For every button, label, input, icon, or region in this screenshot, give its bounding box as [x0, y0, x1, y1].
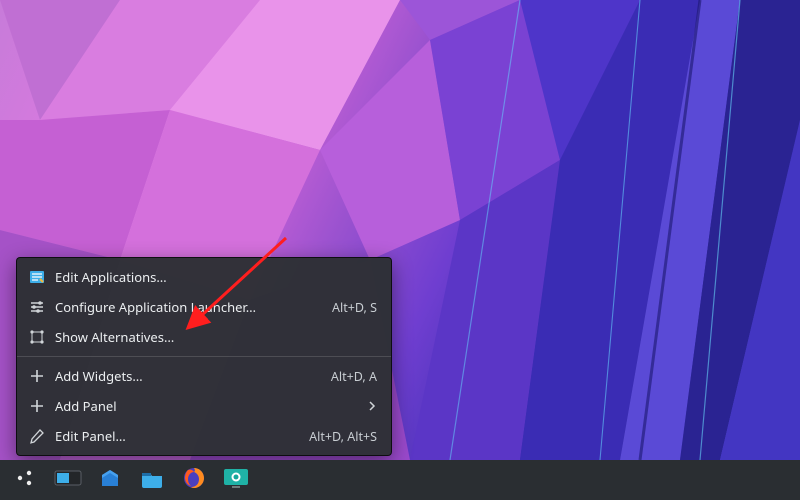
menu-item-shortcut: Alt+D, S	[332, 299, 377, 316]
menu-item-shortcut: Alt+D, A	[331, 368, 377, 385]
menu-item-configure-launcher[interactable]: Configure Application Launcher… Alt+D, S	[17, 292, 391, 322]
taskbar-spectacle[interactable]	[216, 463, 256, 497]
menu-item-show-alternatives[interactable]: Show Alternatives…	[17, 322, 391, 352]
kde-launcher-icon	[14, 467, 36, 493]
menu-item-label: Show Alternatives…	[55, 328, 377, 346]
menu-item-add-widgets[interactable]: Add Widgets… Alt+D, A	[17, 361, 391, 391]
spectacle-icon	[223, 467, 249, 493]
app-launcher-button[interactable]	[4, 463, 46, 497]
menu-item-label: Add Panel	[55, 397, 357, 415]
menu-item-edit-panel[interactable]: Edit Panel… Alt+D, Alt+S	[17, 421, 391, 451]
taskbar-dolphin[interactable]	[132, 463, 172, 497]
pencil-icon	[29, 428, 45, 444]
menu-item-edit-applications[interactable]: Edit Applications…	[17, 262, 391, 292]
taskbar-panel	[0, 460, 800, 500]
taskbar-firefox[interactable]	[174, 463, 214, 497]
menu-item-add-panel[interactable]: Add Panel	[17, 391, 391, 421]
configure-icon	[29, 299, 45, 315]
discover-icon	[98, 466, 122, 494]
menu-item-label: Edit Applications…	[55, 268, 377, 286]
taskbar-discover[interactable]	[90, 463, 130, 497]
edit-apps-icon	[29, 269, 45, 285]
plus-icon	[29, 368, 45, 384]
menu-item-label: Edit Panel…	[55, 427, 299, 445]
menu-item-shortcut: Alt+D, Alt+S	[309, 428, 377, 445]
firefox-icon	[182, 466, 206, 494]
plus-icon	[29, 398, 45, 414]
taskbar-pager[interactable]	[48, 463, 88, 497]
pager-icon	[54, 468, 82, 492]
dolphin-icon	[140, 467, 164, 493]
alternatives-icon	[29, 329, 45, 345]
menu-item-label: Add Widgets…	[55, 367, 321, 385]
panel-context-menu: Edit Applications… Configure Application…	[16, 257, 392, 456]
menu-item-label: Configure Application Launcher…	[55, 298, 322, 316]
submenu-arrow-icon	[367, 397, 377, 415]
menu-separator	[17, 356, 391, 357]
